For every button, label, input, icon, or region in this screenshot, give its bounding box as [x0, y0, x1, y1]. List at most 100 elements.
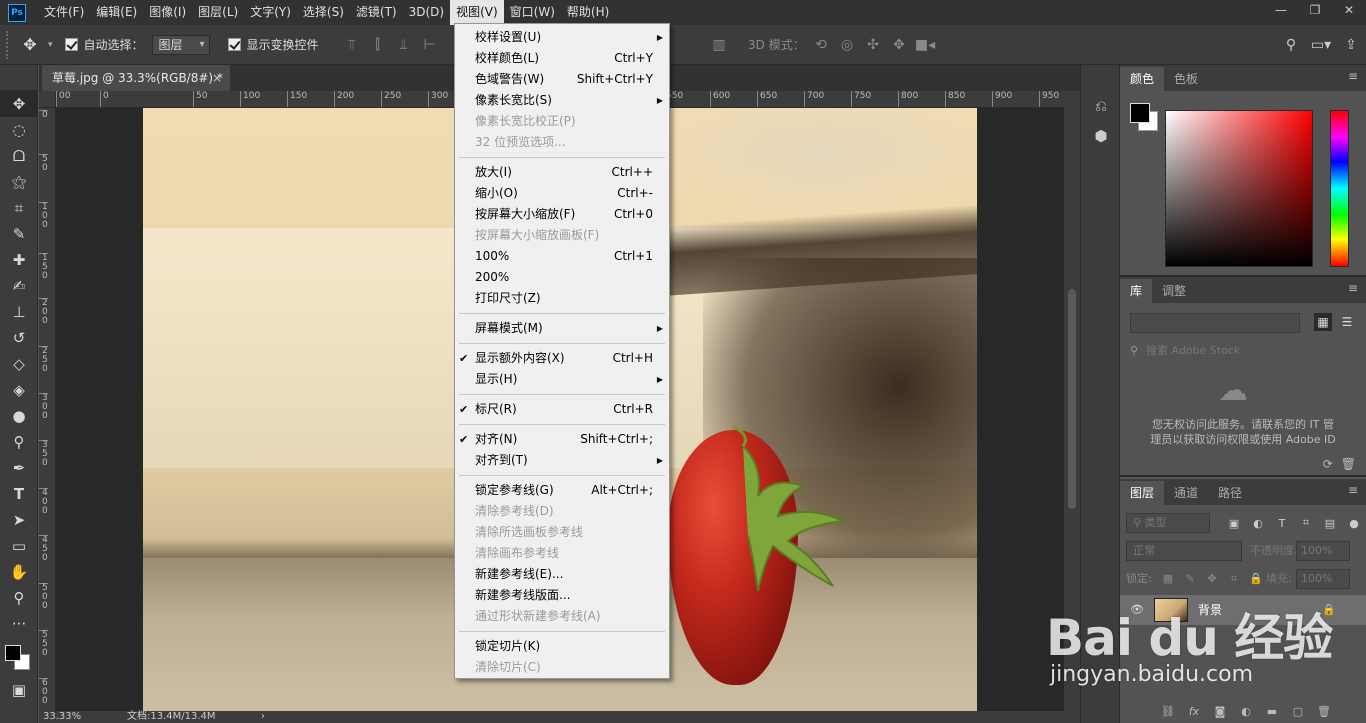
eraser-tool-icon[interactable]: ◇: [0, 351, 38, 377]
view-menu-item[interactable]: 锁定参考线(G) Alt+Ctrl+;: [455, 480, 669, 501]
tab-channels[interactable]: 通道: [1164, 481, 1208, 505]
zoom-tool-icon[interactable]: ⚲: [0, 585, 38, 611]
color-picker-field[interactable]: [1165, 110, 1313, 267]
menu-type[interactable]: 文字(Y): [244, 0, 297, 25]
close-icon[interactable]: ×: [212, 65, 222, 91]
layer-kind-filter[interactable]: ⚲ 类型: [1126, 513, 1210, 533]
lock-transparency-icon[interactable]: ▦: [1160, 569, 1176, 589]
rectangle-tool-icon[interactable]: ▭: [0, 533, 38, 559]
tab-color[interactable]: 颜色: [1120, 67, 1165, 91]
3d-orbit-icon[interactable]: ⟲: [808, 37, 834, 53]
panel-menu-icon[interactable]: ≡: [1348, 69, 1358, 83]
view-menu-item[interactable]: 显示(H) ▶: [455, 369, 669, 390]
magic-wand-tool-icon[interactable]: ⚝: [0, 169, 38, 195]
3d-slide-icon[interactable]: ✥: [886, 37, 912, 53]
tab-paths[interactable]: 路径: [1208, 481, 1252, 505]
auto-select-checkbox[interactable]: [64, 38, 78, 51]
view-menu-item[interactable]: 像素长宽比(S) ▶: [455, 90, 669, 111]
blend-mode-select[interactable]: 正常: [1126, 541, 1242, 561]
align-vcenter-icon[interactable]: ⫿: [365, 37, 391, 53]
sync-icon[interactable]: ⟳: [1323, 457, 1333, 471]
search-icon[interactable]: ⚲: [1276, 37, 1306, 53]
tab-swatches[interactable]: 色板: [1164, 67, 1208, 91]
view-menu-item[interactable]: 新建参考线(E)...: [455, 564, 669, 585]
3d-panel-icon[interactable]: ⬢: [1081, 121, 1121, 151]
hand-tool-icon[interactable]: ✋: [0, 559, 38, 585]
tool-preset-chevron-icon[interactable]: ▾: [48, 40, 53, 50]
lock-all-icon[interactable]: 🔒: [1248, 569, 1264, 589]
add-mask-icon[interactable]: ◙: [1212, 705, 1228, 718]
view-menu-item[interactable]: 放大(I) Ctrl++: [455, 162, 669, 183]
view-menu-item[interactable]: ✔ 对齐(N) Shift+Ctrl+;: [455, 429, 669, 450]
view-menu-item[interactable]: 校样颜色(L) Ctrl+Y: [455, 48, 669, 69]
view-menu-item[interactable]: ✔ 显示额外内容(X) Ctrl+H: [455, 348, 669, 369]
menu-3d[interactable]: 3D(D): [403, 0, 450, 25]
panel-menu-icon[interactable]: ≡: [1348, 483, 1358, 497]
vertical-ruler[interactable]: 0 5 0 1 0 0 1 5 0 2 0 0 2 5 0 3 0 0 3 5 …: [39, 108, 56, 711]
paint-bucket-tool-icon[interactable]: ◈: [0, 377, 38, 403]
menu-window[interactable]: 窗口(W): [504, 0, 561, 25]
view-menu-item[interactable]: 按屏幕大小缩放(F) Ctrl+0: [455, 204, 669, 225]
3d-roll-icon[interactable]: ◎: [834, 37, 860, 53]
ruler-origin[interactable]: [39, 91, 56, 108]
menu-select[interactable]: 选择(S): [297, 0, 350, 25]
view-menu-item[interactable]: 打印尺寸(Z): [455, 288, 669, 309]
fill-field[interactable]: 100%: [1296, 569, 1350, 589]
auto-select-dropdown[interactable]: 图层: [151, 34, 210, 55]
zoom-level[interactable]: 33.33%: [43, 711, 81, 723]
pixel-filter-icon[interactable]: ▣: [1224, 513, 1244, 533]
3d-scale-icon[interactable]: ■◂: [912, 37, 938, 53]
new-group-icon[interactable]: ▬: [1264, 705, 1280, 718]
lock-pixels-icon[interactable]: ✎: [1182, 569, 1198, 589]
marquee-tool-icon[interactable]: ◌: [0, 117, 38, 143]
tab-adjustments[interactable]: 调整: [1152, 279, 1196, 303]
adjustment-filter-icon[interactable]: ◐: [1248, 513, 1268, 533]
healing-brush-tool-icon[interactable]: ✚: [0, 247, 38, 273]
quick-mask-icon[interactable]: ▣: [0, 677, 38, 703]
type-filter-icon[interactable]: T: [1272, 513, 1292, 533]
restore-icon[interactable]: ❐: [1298, 0, 1332, 20]
menu-layer[interactable]: 图层(L): [192, 0, 244, 25]
eyedropper-tool-icon[interactable]: ✎: [0, 221, 38, 247]
workspace-icon[interactable]: ▭▾: [1306, 37, 1336, 53]
lock-position-icon[interactable]: ✥: [1204, 569, 1220, 589]
panel-menu-icon[interactable]: ≡: [1348, 281, 1358, 295]
menu-edit[interactable]: 编辑(E): [90, 0, 143, 25]
shape-filter-icon[interactable]: ⌗: [1296, 513, 1316, 533]
crop-tool-icon[interactable]: ⌗: [0, 195, 38, 221]
dodge-tool-icon[interactable]: ⚲: [0, 429, 38, 455]
blur-tool-icon[interactable]: ●: [0, 403, 38, 429]
list-view-icon[interactable]: ☰: [1338, 313, 1356, 331]
hue-slider[interactable]: [1330, 110, 1349, 267]
adjustment-layer-icon[interactable]: ◐: [1238, 705, 1254, 718]
menu-filter[interactable]: 滤镜(T): [350, 0, 403, 25]
view-menu-item[interactable]: 校样设置(U) ▶: [455, 27, 669, 48]
menu-image[interactable]: 图像(I): [143, 0, 192, 25]
type-tool-icon[interactable]: T: [0, 481, 38, 507]
status-menu-arrow[interactable]: ›: [261, 711, 265, 723]
auto-align-icon[interactable]: ▥: [706, 37, 732, 53]
align-left-icon[interactable]: ⊢: [417, 37, 443, 53]
view-menu-item[interactable]: 屏幕模式(M) ▶: [455, 318, 669, 339]
opacity-field[interactable]: 100%: [1296, 541, 1350, 561]
history-panel-icon[interactable]: ⎌: [1081, 91, 1121, 121]
menu-view[interactable]: 视图(V): [450, 0, 504, 25]
visibility-eye-icon[interactable]: 👁: [1130, 603, 1144, 616]
lock-artboard-icon[interactable]: ⌗: [1226, 569, 1242, 589]
view-menu-item[interactable]: 锁定切片(K): [455, 636, 669, 657]
minimize-icon[interactable]: —: [1264, 0, 1298, 20]
align-top-icon[interactable]: ⫪: [339, 37, 365, 53]
view-menu-item[interactable]: 缩小(O) Ctrl+-: [455, 183, 669, 204]
layer-row-background[interactable]: 👁 背景 🔒: [1120, 595, 1366, 625]
view-menu-item[interactable]: ✔ 标尺(R) Ctrl+R: [455, 399, 669, 420]
share-icon[interactable]: ⇪: [1336, 37, 1366, 53]
lasso-tool-icon[interactable]: ᗝ: [0, 143, 38, 169]
3d-pan-icon[interactable]: ✣: [860, 37, 886, 53]
tools-collapse-grip[interactable]: [0, 65, 37, 91]
view-menu-item[interactable]: 100% Ctrl+1: [455, 246, 669, 267]
show-transform-checkbox[interactable]: [227, 38, 241, 51]
move-tool-icon[interactable]: ✥: [0, 91, 38, 117]
view-menu-item[interactable]: 新建参考线版面...: [455, 585, 669, 606]
clone-stamp-tool-icon[interactable]: ⊥: [0, 299, 38, 325]
foreground-color-swatch[interactable]: [1130, 103, 1150, 123]
